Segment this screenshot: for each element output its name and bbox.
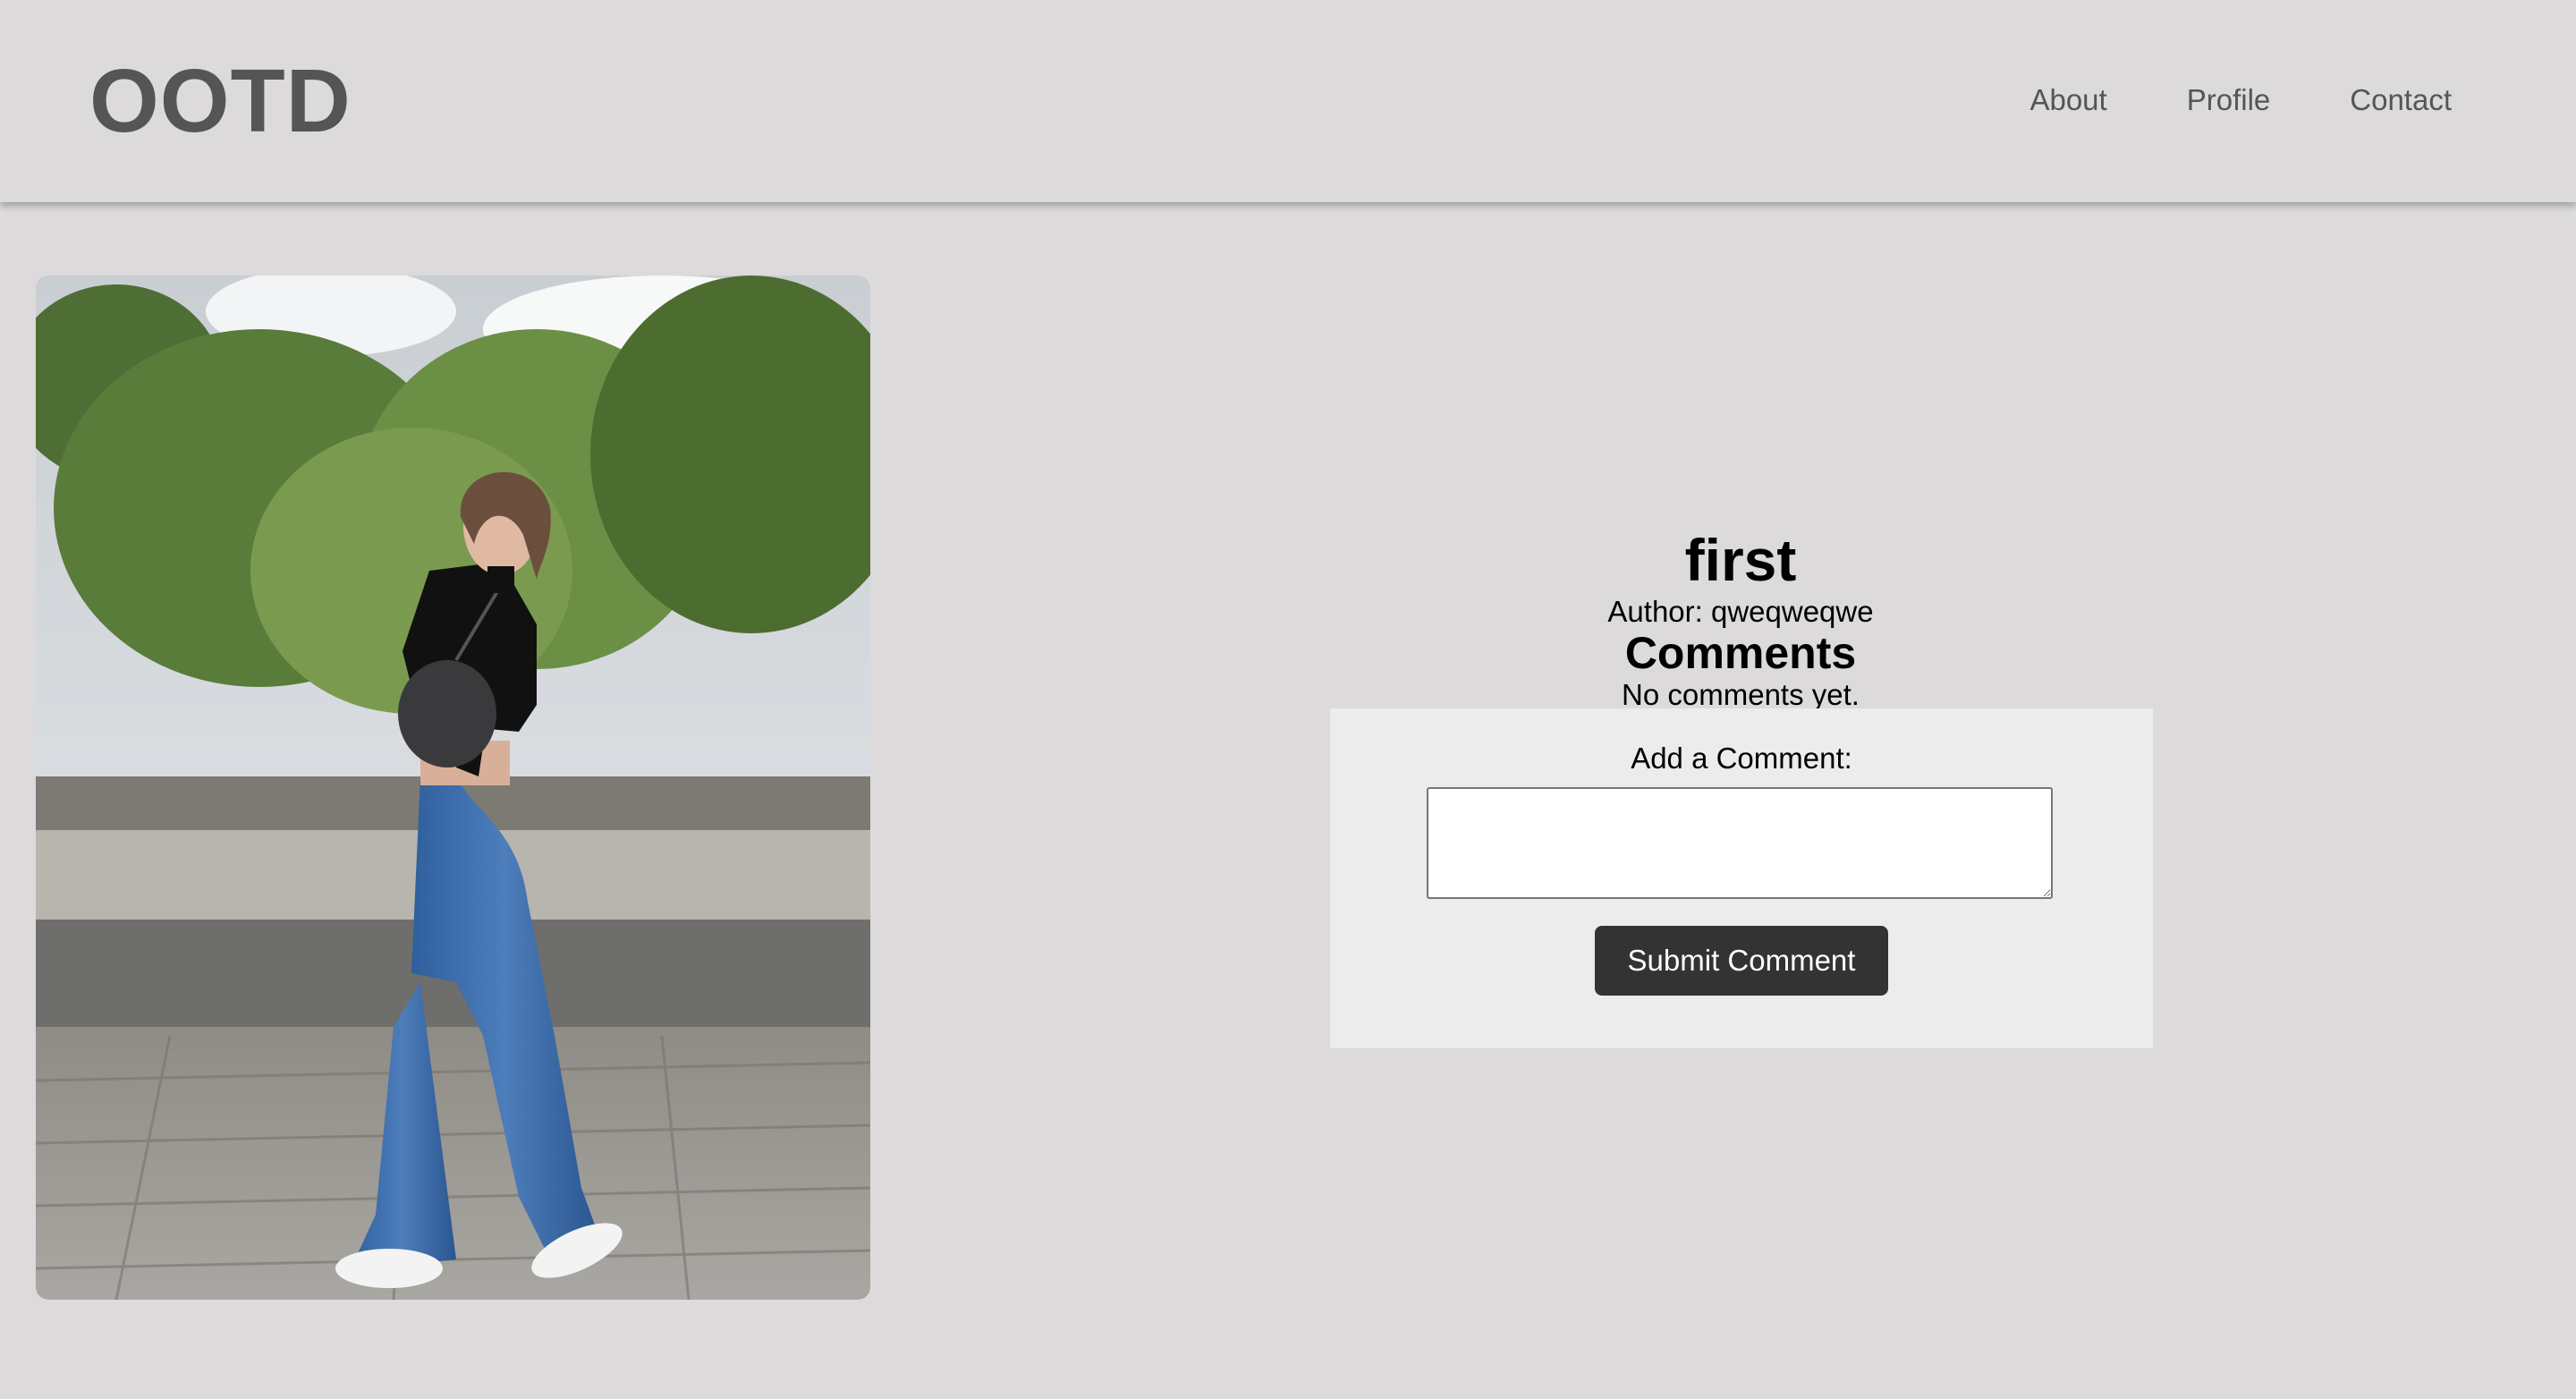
post-details: first Author: qweqweqwe Comments No comm… [1329, 524, 2152, 712]
nav-link-profile[interactable]: Profile [2187, 82, 2271, 118]
submit-comment-button[interactable]: Submit Comment [1595, 926, 1888, 996]
comment-label: Add a Comment: [1631, 742, 1852, 775]
site-header: OOTD About Profile Contact [0, 0, 2576, 202]
comment-textarea[interactable] [1427, 787, 2053, 899]
comments-heading: Comments [1624, 628, 1857, 678]
nav-link-about[interactable]: About [2029, 82, 2106, 118]
main-nav: About Profile Contact [1950, 82, 2452, 118]
no-comments-message: No comments yet. [1622, 678, 1860, 711]
comment-form: Add a Comment: Submit Comment [1330, 708, 2153, 1048]
outfit-photo [36, 276, 870, 1300]
nav-link-contact[interactable]: Contact [2350, 82, 2452, 118]
site-logo[interactable]: OOTD [89, 50, 352, 153]
post-title: first [1684, 527, 1797, 593]
post-author: Author: qweqweqwe [1607, 595, 1874, 628]
